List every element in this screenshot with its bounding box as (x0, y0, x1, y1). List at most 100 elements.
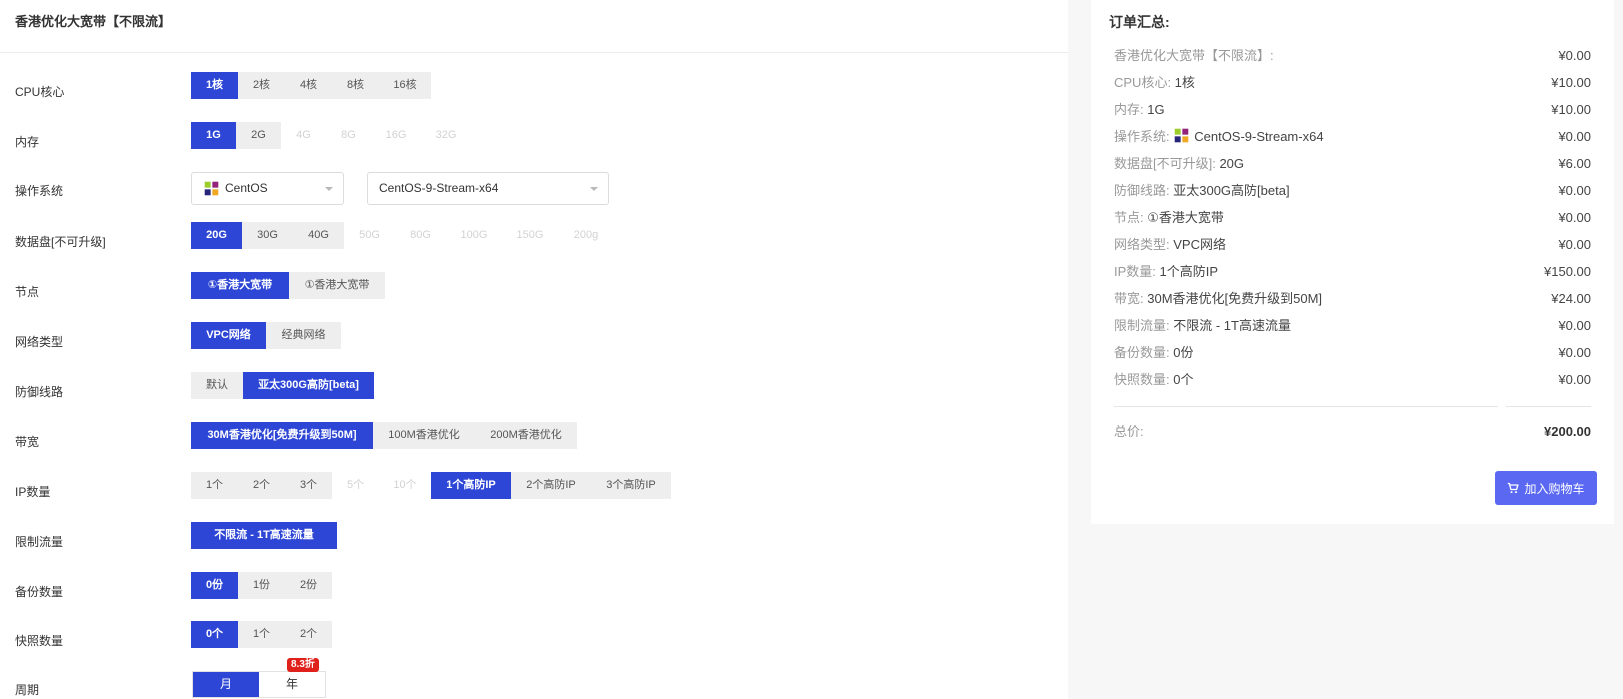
summary-item-product: 香港优化大宽带【不限流】: ¥0.00 (1114, 46, 1591, 66)
summary-price: ¥10.00 (1551, 75, 1591, 90)
disk-option-40g[interactable]: 40G (293, 222, 344, 249)
disk-option-150g: 150G (502, 222, 558, 249)
ip-row: IP数量 1个 2个 3个 5个 10个 1个高防IP 2个高防IP 3个高防I… (0, 472, 1068, 506)
node-option-2[interactable]: ①香港大宽带 (289, 272, 385, 299)
period-option-year[interactable]: 年 (259, 672, 325, 697)
memory-option-16g: 16G (371, 122, 421, 149)
backup-label: 备份数量 (15, 585, 64, 599)
cpu-option-8[interactable]: 8核 (332, 72, 379, 99)
summary-value: 1个高防IP (1159, 264, 1219, 279)
defense-option-apac-300g[interactable]: 亚太300G高防[beta] (243, 372, 374, 399)
add-to-cart-button[interactable]: 加入购物车 (1495, 471, 1597, 505)
summary-price: ¥0.00 (1558, 48, 1591, 63)
traffic-option-unlimited[interactable]: 不限流 - 1T高速流量 (191, 522, 337, 549)
network-row: 网络类型 VPC网络 经典网络 (0, 322, 1068, 356)
summary-key: IP数量: (1114, 264, 1160, 279)
summary-key: 香港优化大宽带【不限流】: (1114, 48, 1274, 63)
cpu-option-4[interactable]: 4核 (285, 72, 332, 99)
summary-item-defense: 防御线路: 亚太300G高防[beta] ¥0.00 (1114, 181, 1591, 201)
bandwidth-option-100m[interactable]: 100M香港优化 (373, 422, 475, 449)
ip-option-2-ddos[interactable]: 2个高防IP (511, 472, 591, 499)
ip-label: IP数量 (15, 485, 51, 499)
backup-option-2[interactable]: 2份 (285, 572, 332, 599)
traffic-row: 限制流量 不限流 - 1T高速流量 (0, 522, 1068, 556)
bandwidth-option-200m[interactable]: 200M香港优化 (475, 422, 577, 449)
ip-option-2[interactable]: 2个 (238, 472, 285, 499)
disk-option-20g[interactable]: 20G (191, 222, 242, 249)
title-divider (0, 52, 1068, 53)
summary-key: 带宽: (1114, 291, 1148, 306)
discount-badge: 8.3折 (287, 658, 319, 672)
cpu-row: CPU核心 1核 2核 4核 8核 16核 (0, 72, 1068, 106)
ip-option-3-ddos[interactable]: 3个高防IP (591, 472, 671, 499)
summary-price: ¥6.00 (1558, 156, 1591, 171)
summary-item-backup: 备份数量: 0份 ¥0.00 (1114, 343, 1591, 363)
summary-price: ¥24.00 (1551, 291, 1591, 306)
chevron-down-icon (325, 187, 333, 191)
disk-option-100g: 100G (446, 222, 502, 249)
summary-value: CentOS-9-Stream-x64 (1194, 129, 1324, 144)
network-option-vpc[interactable]: VPC网络 (191, 322, 266, 349)
ip-option-3[interactable]: 3个 (285, 472, 332, 499)
node-option-1[interactable]: ①香港大宽带 (191, 272, 289, 299)
cpu-options: 1核 2核 4核 8核 16核 (191, 72, 431, 99)
ip-options: 1个 2个 3个 5个 10个 1个高防IP 2个高防IP 3个高防IP (191, 472, 671, 499)
summary-price: ¥0.00 (1558, 183, 1591, 198)
network-option-classic[interactable]: 经典网络 (266, 322, 341, 349)
node-options: ①香港大宽带 ①香港大宽带 (191, 272, 385, 299)
summary-key: 限制流量: (1114, 318, 1174, 333)
summary-item-os: 操作系统: CentOS-9-Stream-x64 ¥0.00 (1114, 127, 1591, 147)
summary-value: VPC网络 (1173, 237, 1226, 252)
bandwidth-label: 带宽 (15, 435, 40, 449)
bandwidth-option-30m[interactable]: 30M香港优化[免费升级到50M] (191, 422, 373, 449)
memory-option-2g[interactable]: 2G (236, 122, 281, 149)
cpu-label: CPU核心 (15, 85, 65, 99)
summary-price: ¥0.00 (1558, 372, 1591, 387)
os-version-value: CentOS-9-Stream-x64 (379, 181, 499, 195)
cpu-option-1[interactable]: 1核 (191, 72, 238, 99)
snapshot-options: 0个 1个 2个 (191, 621, 332, 648)
memory-options: 1G 2G 4G 8G 16G 32G (191, 122, 471, 149)
total-price: ¥200.00 (1544, 424, 1591, 439)
snapshot-option-0[interactable]: 0个 (191, 621, 238, 648)
summary-item-network: 网络类型: VPC网络 ¥0.00 (1114, 235, 1591, 255)
period-option-month[interactable]: 月 (193, 672, 259, 697)
disk-option-80g: 80G (395, 222, 446, 249)
summary-item-cpu: CPU核心: 1核 ¥10.00 (1114, 73, 1591, 93)
backup-option-0[interactable]: 0份 (191, 572, 238, 599)
ip-option-1[interactable]: 1个 (191, 472, 238, 499)
disk-option-30g[interactable]: 30G (242, 222, 293, 249)
disk-row: 数据盘[不可升级] 20G 30G 40G 50G 80G 100G 150G … (0, 222, 1068, 256)
summary-item-ip: IP数量: 1个高防IP ¥150.00 (1114, 262, 1591, 282)
summary-value: 1核 (1174, 75, 1195, 90)
summary-item-node: 节点: ①香港大宽带 ¥0.00 (1114, 208, 1591, 228)
os-family-value: CentOS (225, 181, 268, 195)
os-family-select[interactable]: CentOS (191, 172, 344, 205)
centos-logo-icon (1174, 128, 1189, 143)
cpu-option-16[interactable]: 16核 (379, 72, 431, 99)
cpu-option-2[interactable]: 2核 (238, 72, 285, 99)
snapshot-row: 快照数量 0个 1个 2个 (0, 621, 1068, 655)
snapshot-option-1[interactable]: 1个 (238, 621, 285, 648)
summary-key: 快照数量: (1114, 372, 1174, 387)
summary-key: 防御线路: (1114, 183, 1174, 198)
os-version-select[interactable]: CentOS-9-Stream-x64 (367, 172, 609, 205)
summary-item-traffic: 限制流量: 不限流 - 1T高速流量 ¥0.00 (1114, 316, 1591, 336)
add-to-cart-label: 加入购物车 (1524, 481, 1585, 496)
memory-label: 内存 (15, 135, 40, 149)
summary-key: 备份数量: (1114, 345, 1174, 360)
ip-option-1-ddos[interactable]: 1个高防IP (431, 472, 511, 499)
snapshot-option-2[interactable]: 2个 (285, 621, 332, 648)
disk-label: 数据盘[不可升级] (15, 235, 106, 249)
defense-option-default[interactable]: 默认 (191, 372, 243, 399)
defense-options: 默认 亚太300G高防[beta] (191, 372, 374, 399)
period-row: 周期 月 年 8.3折 (0, 658, 1068, 699)
memory-option-1g[interactable]: 1G (191, 122, 236, 149)
os-row: 操作系统 CentOS CentOS-9-Stream-x64 (0, 172, 1068, 206)
backup-option-1[interactable]: 1份 (238, 572, 285, 599)
summary-divider (1114, 406, 1498, 407)
node-label: 节点 (15, 285, 40, 299)
summary-price: ¥0.00 (1558, 318, 1591, 333)
summary-price: ¥0.00 (1558, 237, 1591, 252)
ip-option-10: 10个 (379, 472, 431, 499)
